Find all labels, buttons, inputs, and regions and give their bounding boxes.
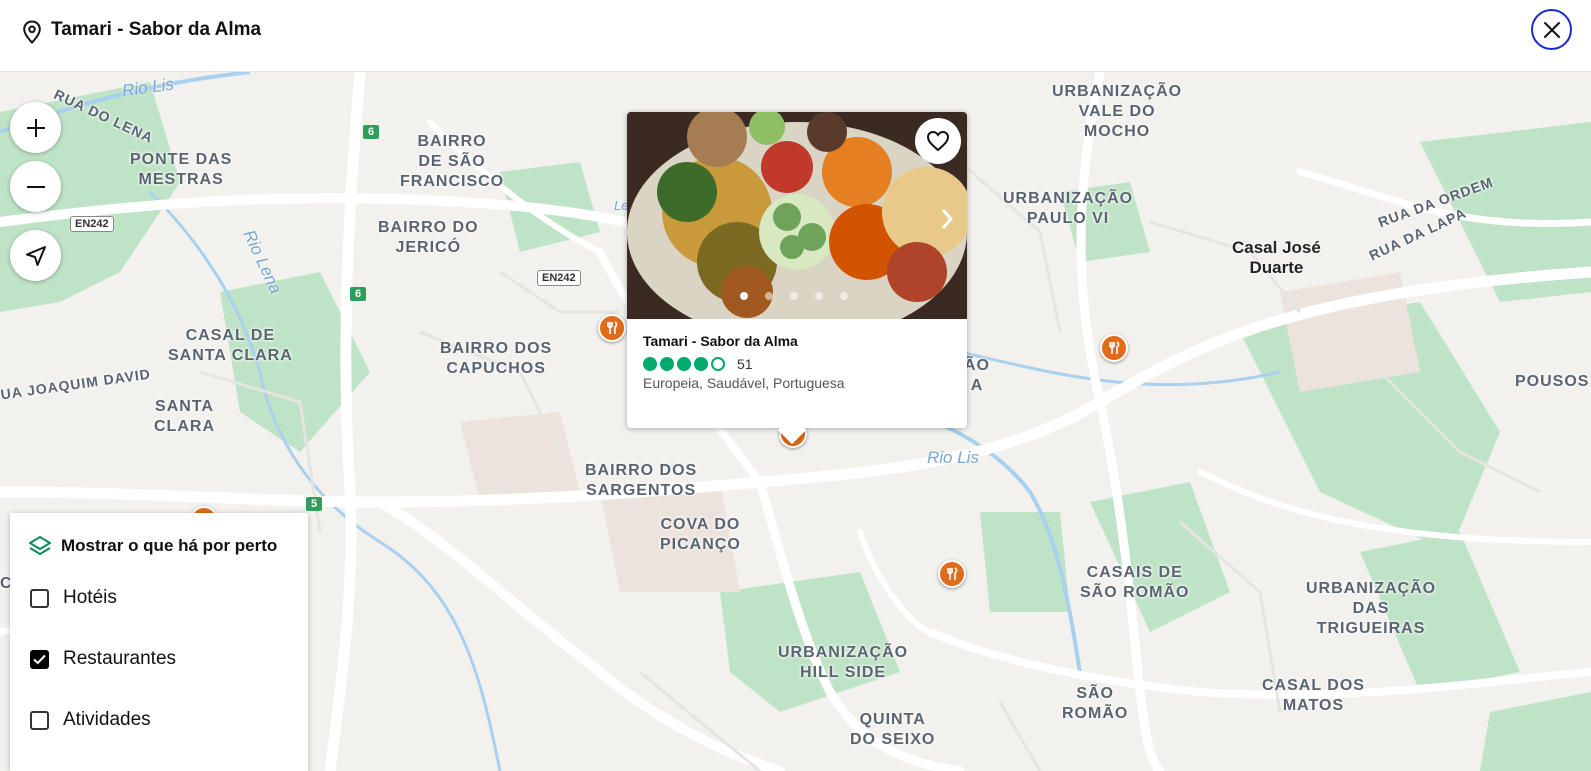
checkmark-icon: [33, 654, 46, 664]
option-label: Restaurantes: [63, 648, 177, 669]
rating-bubble-empty: [711, 357, 725, 371]
rating: 51: [643, 356, 753, 372]
rating-bubble-filled: [660, 357, 674, 371]
rating-bubble-filled: [677, 357, 691, 371]
photo-dot[interactable]: [740, 292, 748, 300]
nearby-title: Mostrar o que há por perto: [61, 536, 278, 555]
nearby-header: Mostrar o que há por perto: [28, 535, 277, 557]
option-label: Hotéis: [63, 587, 117, 608]
photo-dot[interactable]: [815, 292, 823, 300]
zoom-in-button[interactable]: [10, 102, 61, 153]
area-label: URBANIZAÇÃO HILL SIDE: [778, 644, 909, 681]
zoom-in-icon: [26, 118, 45, 137]
road-shield: 6: [363, 125, 380, 139]
road-shield: 5: [306, 497, 323, 511]
area-label: CASAIS DE SÃO ROMÃO: [1080, 564, 1190, 601]
area-label: SANTA CLARA: [154, 398, 215, 435]
layers-icon: [29, 536, 51, 555]
area-label: BAIRRO DO JERICÓ: [378, 219, 479, 256]
locate-me-button[interactable]: [10, 230, 61, 281]
area-label: PONTE DAS MESTRAS: [130, 151, 233, 188]
road-shield: EN242: [537, 270, 581, 286]
restaurant-pin[interactable]: [598, 314, 626, 342]
area-label: QUINTA DO SEIXO: [850, 711, 936, 748]
photo-dot[interactable]: [765, 292, 773, 300]
area-label: URBANIZAÇÃO DAS TRIGUEIRAS: [1306, 580, 1437, 637]
photo-pager[interactable]: [740, 292, 848, 300]
restaurant-icon: [1109, 341, 1120, 354]
zoom-out-icon: [26, 185, 45, 188]
restaurant-icon: [947, 567, 958, 580]
chevron-right-icon: [941, 209, 954, 229]
restaurant-icon: [607, 321, 618, 334]
map-canvas[interactable]: PONTE DAS MESTRAS BAIRRO DE SÃO FRANCISCO B…: [0, 72, 1591, 771]
photo-dot[interactable]: [790, 292, 798, 300]
close-icon: [1543, 21, 1560, 38]
activities-checkbox[interactable]: [30, 710, 49, 730]
map-pin-icon: [23, 20, 41, 44]
restaurant-pin[interactable]: [938, 560, 966, 588]
area-label: POUSOS: [1515, 373, 1590, 390]
road-shield: 6: [350, 287, 367, 301]
area-label: SÃO ROMÃO: [1062, 685, 1129, 722]
area-label: CASAL DE SANTA CLARA: [168, 327, 293, 364]
poi-label: Casal José Duarte: [1232, 238, 1321, 277]
rating-bubbles: [643, 357, 725, 371]
restaurants-checkbox[interactable]: [30, 649, 49, 669]
area-label: BAIRRO DOS SARGENTOS: [585, 462, 698, 499]
area-label: BAIRRO DE SÃO FRANCISCO: [400, 133, 505, 190]
zoom-out-button[interactable]: [10, 161, 61, 212]
area-label: URBANIZAÇÃO VALE DO MOCHO: [1052, 83, 1183, 140]
hotels-checkbox[interactable]: [30, 588, 49, 608]
restaurant-pin[interactable]: [1100, 334, 1128, 362]
nearby-panel: Mostrar o que há por perto Hotéis Restau…: [10, 513, 308, 771]
heart-icon: [926, 130, 950, 152]
locate-me-icon: [25, 245, 46, 266]
rating-bubble-filled: [694, 357, 708, 371]
restaurant-photo[interactable]: [627, 112, 967, 319]
page-title: Tamari - Sabor da Alma: [51, 19, 262, 40]
area-label: COVA DO PICANÇO: [660, 516, 741, 553]
next-photo-button[interactable]: [932, 204, 962, 234]
restaurant-popup[interactable]: Tamari - Sabor da Alma 51 Europeia, Saud…: [627, 112, 967, 445]
area-label: BAIRRO DOS CAPUCHOS: [440, 340, 553, 377]
option-label: Atividades: [63, 709, 151, 730]
option-restaurants[interactable]: Restaurantes: [30, 648, 176, 670]
area-label: CASAL DOS MATOS: [1262, 677, 1365, 714]
review-count[interactable]: 51: [737, 356, 753, 372]
photo-dot[interactable]: [840, 292, 848, 300]
river-label: Rio Lis: [927, 448, 979, 467]
road-shield: EN242: [70, 216, 114, 232]
restaurant-name[interactable]: Tamari - Sabor da Alma: [643, 333, 798, 349]
header-bar: Tamari - Sabor da Alma: [0, 0, 1591, 72]
close-button[interactable]: [1531, 9, 1572, 50]
option-activities[interactable]: Atividades: [30, 709, 151, 731]
option-hotels[interactable]: Hotéis: [30, 587, 117, 609]
rating-bubble-filled: [643, 357, 657, 371]
area-label: URBANIZAÇÃO PAULO VI: [1003, 190, 1134, 227]
cuisine-list: Europeia, Saudável, Portuguesa: [643, 375, 845, 391]
area-label: ÃO A: [964, 357, 990, 394]
save-button[interactable]: [915, 118, 961, 164]
